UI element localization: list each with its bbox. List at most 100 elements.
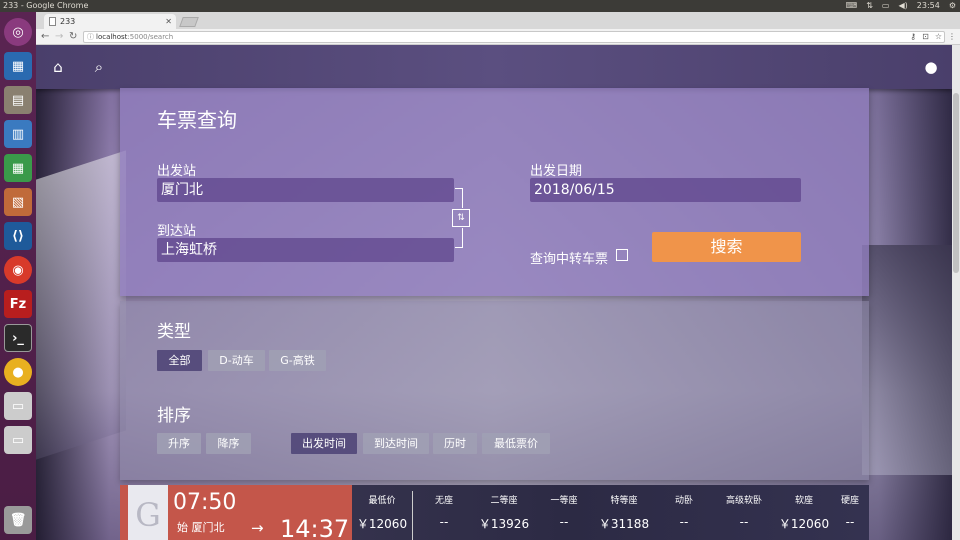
swap-bracket [455, 188, 463, 208]
transfer-label: 查询中转车票 [530, 252, 609, 267]
seat-value: -- [679, 515, 689, 529]
filter-card: 类型 全部 D-动车 G-高铁 排序 升序 降序 出发时间 到达时间 历时 最低… [120, 301, 869, 480]
from-station-input[interactable]: 厦门北 [157, 178, 454, 202]
user-icon[interactable]: ● [921, 57, 941, 77]
seat-column: 动卧 -- [654, 485, 714, 529]
seat-value: ￥31188 [598, 517, 650, 531]
chrome-icon[interactable]: ● [4, 358, 32, 386]
swap-stations-icon[interactable]: ⇅ [452, 209, 470, 227]
seat-header: 最低价 [368, 496, 396, 506]
ubuntu-dash-icon[interactable]: ◎ [4, 18, 32, 46]
bookmark-star-icon[interactable]: ☆ [935, 29, 942, 45]
seat-value: ￥13926 [478, 517, 530, 531]
arrow-icon: → [251, 519, 264, 537]
background-streak [36, 150, 126, 460]
home-icon[interactable]: ⌂ [48, 57, 68, 77]
system-tray: ⌨ ⇅ ▭ ◀) 23:54 ⚙ [846, 0, 956, 12]
transfer-checkbox[interactable] [616, 249, 628, 261]
seat-header: 软座 [794, 496, 813, 506]
seat-header: 动卧 [674, 496, 693, 506]
tab-close-icon[interactable]: ✕ [165, 14, 172, 29]
seat-value: -- [559, 515, 569, 529]
trash-icon[interactable]: 🗑 [4, 506, 32, 534]
sort-lowest-price-chip[interactable]: 最低票价 [482, 433, 550, 454]
url-host: localhost [96, 33, 128, 41]
background-streak-right [862, 245, 952, 475]
filezilla-icon[interactable]: Fz [4, 290, 32, 318]
train-result-row[interactable]: G 07:50 始 厦门北 → 14:37 最低价 ￥12060 无座 -- 二… [120, 485, 869, 540]
workspace-switcher-icon[interactable]: ▦ [4, 52, 32, 80]
impress-icon[interactable]: ▧ [4, 188, 32, 216]
files-icon[interactable]: ▤ [4, 86, 32, 114]
vscode-icon[interactable]: ⟨⟩ [4, 222, 32, 250]
seat-header: 硬座 [840, 496, 859, 506]
network-icon[interactable]: ⇅ [866, 0, 873, 12]
page-scrollbar[interactable] [952, 45, 960, 540]
browser-tab[interactable]: 233 ✕ [44, 14, 176, 29]
address-bar[interactable]: ⓘ localhost:5000/search [83, 31, 945, 43]
site-info-icon[interactable]: ⓘ [87, 32, 94, 43]
seat-value: -- [845, 515, 855, 529]
seat-header: 高级软卧 [725, 496, 762, 506]
scrollbar-thumb[interactable] [953, 93, 959, 273]
seat-header: 一等座 [550, 496, 578, 506]
search-icon[interactable]: ⌕ [89, 57, 109, 77]
seat-column: 最低价 ￥12060 [352, 485, 412, 532]
seat-column: 二等座 ￥13926 [474, 485, 534, 532]
arrive-time: 14:37 [280, 515, 350, 540]
settings-gear-icon[interactable]: ⚙ [949, 0, 956, 12]
seat-header: 二等座 [490, 496, 518, 506]
seat-value: -- [439, 515, 449, 529]
to-station-label: 到达站 [157, 224, 197, 239]
url-path: :5000/search [127, 33, 174, 41]
sort-duration-chip[interactable]: 历时 [433, 433, 477, 454]
writer-icon[interactable]: ▥ [4, 120, 32, 148]
seat-column: 特等座 ￥31188 [594, 485, 654, 532]
keyboard-icon[interactable]: ⌨ [846, 0, 858, 12]
ticket-search-card: 车票查询 出发站 厦门北 到达站 上海虹桥 ⇅ 出发日期 2018/06/15 … [120, 88, 869, 296]
forward-arrow-icon[interactable]: → [55, 29, 63, 45]
sort-depart-time-chip[interactable]: 出发时间 [291, 433, 357, 454]
page-title: 车票查询 [157, 108, 237, 132]
sort-arrive-time-chip[interactable]: 到达时间 [363, 433, 429, 454]
window-title: 233 - Google Chrome [3, 1, 89, 10]
search-button[interactable]: 搜索 [652, 232, 801, 262]
netease-music-icon[interactable]: ◉ [4, 256, 32, 284]
sort-descending-chip[interactable]: 降序 [206, 433, 251, 454]
browser-tabstrip: 233 ✕ [36, 12, 960, 29]
type-chip-g[interactable]: G-高铁 [269, 350, 326, 371]
from-station-label: 出发站 [157, 164, 197, 179]
sort-ascending-chip[interactable]: 升序 [157, 433, 201, 454]
drive-icon[interactable]: ▭ [4, 392, 32, 420]
key-icon[interactable]: ⚷ [910, 29, 916, 45]
back-arrow-icon[interactable]: ← [41, 29, 49, 45]
seat-value: ￥12060 [356, 517, 408, 531]
new-tab-button[interactable] [179, 17, 199, 27]
menu-icon[interactable]: ⋮ [948, 29, 956, 45]
battery-icon[interactable]: ▭ [882, 0, 890, 12]
translate-icon[interactable]: ⊡ [922, 29, 929, 45]
volume-icon[interactable]: ◀) [898, 0, 907, 12]
type-title: 类型 [157, 322, 191, 342]
date-label: 出发日期 [530, 164, 583, 179]
type-chip-d[interactable]: D-动车 [208, 350, 265, 371]
toolbar-icons: ⚷ ⊡ ☆ ⋮ [910, 29, 956, 45]
app-navbar: ⌂ ⌕ ● [36, 45, 952, 89]
clock[interactable]: 23:54 [917, 0, 940, 12]
seat-value: -- [739, 515, 749, 529]
terminal-icon[interactable]: ›_ [4, 324, 32, 352]
date-input[interactable]: 2018/06/15 [530, 178, 801, 202]
type-chip-all[interactable]: 全部 [157, 350, 202, 371]
train-type-badge: G [128, 485, 168, 540]
calc-icon[interactable]: ▦ [4, 154, 32, 182]
seat-column: 软座 ￥12060 [774, 485, 834, 532]
browser-toolbar: ← → ↻ ⓘ localhost:5000/search ⚷ ⊡ ☆ ⋮ [36, 29, 960, 45]
seat-column: 高级软卧 -- [714, 485, 774, 529]
os-top-panel: 233 - Google Chrome ⌨ ⇅ ▭ ◀) 23:54 ⚙ [0, 0, 960, 12]
to-station-input[interactable]: 上海虹桥 [157, 238, 454, 262]
depart-time: 07:50 [173, 490, 237, 515]
drive-2-icon[interactable]: ▭ [4, 426, 32, 454]
reload-icon[interactable]: ↻ [69, 29, 77, 45]
page-favicon-icon [49, 17, 56, 26]
train-time-block: G 07:50 始 厦门北 → 14:37 [120, 485, 352, 540]
